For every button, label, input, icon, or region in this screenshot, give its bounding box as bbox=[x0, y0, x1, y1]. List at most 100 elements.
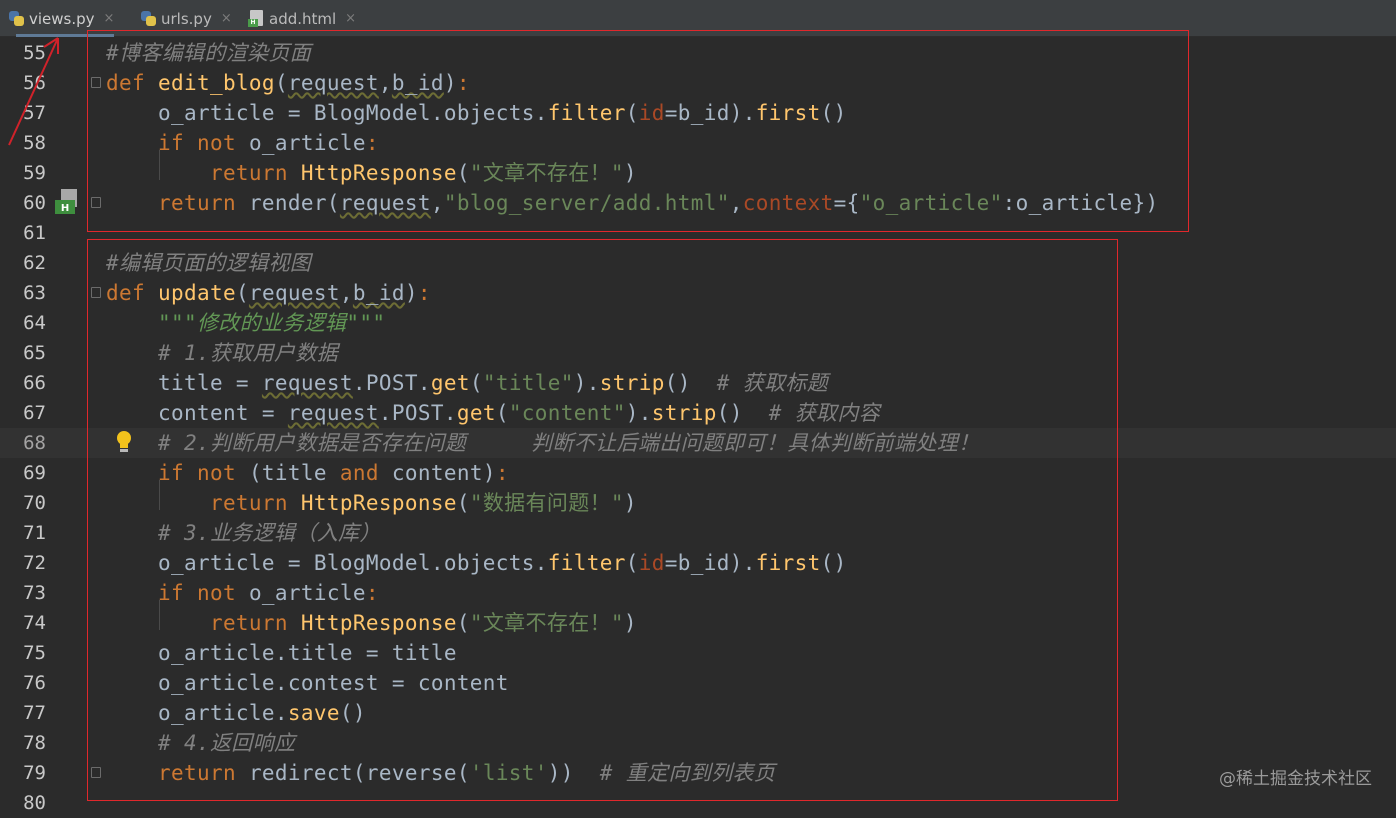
code-token: request bbox=[339, 191, 431, 215]
code-token: b_id bbox=[391, 71, 444, 95]
code-line[interactable]: return HttpResponse("文章不存在！") bbox=[106, 158, 637, 188]
code-token: #博客编辑的渲染页面 bbox=[106, 41, 312, 65]
line-number: 77 bbox=[23, 702, 46, 724]
close-icon[interactable]: × bbox=[221, 11, 232, 26]
code-line[interactable]: return HttpResponse("文章不存在！") bbox=[106, 608, 637, 638]
tab-label: views.py bbox=[29, 9, 95, 28]
code-token: : bbox=[365, 131, 379, 155]
code-line[interactable]: # 1.获取用户数据 bbox=[106, 338, 338, 368]
code-token: , bbox=[430, 191, 444, 215]
code-token: )) bbox=[547, 761, 600, 785]
code-token: : bbox=[495, 461, 509, 485]
code-token: # 2.判断用户数据是否存在问题 判断不让后端出问题即可！具体判断前端处理！ bbox=[106, 431, 980, 455]
code-token: # 获取标题 bbox=[716, 371, 829, 395]
code-token: ={ bbox=[833, 191, 860, 215]
code-token: "content" bbox=[508, 401, 626, 425]
code-token: ) bbox=[443, 71, 457, 95]
close-icon[interactable]: × bbox=[104, 11, 115, 26]
line-number: 61 bbox=[23, 222, 46, 244]
code-token: ) bbox=[404, 281, 418, 305]
line-number: 71 bbox=[23, 522, 46, 544]
code-token: render( bbox=[248, 191, 340, 215]
code-token: o_article = BlogModel.objects. bbox=[106, 551, 548, 575]
code-token: () bbox=[339, 701, 366, 725]
code-token: o_article.contest = content bbox=[106, 671, 509, 695]
code-token: .POST. bbox=[352, 371, 431, 395]
line-number: 72 bbox=[23, 552, 46, 574]
code-line[interactable]: if not o_article: bbox=[106, 578, 379, 608]
code-line[interactable]: o_article.title = title bbox=[106, 638, 457, 668]
code-token: o_article bbox=[248, 131, 366, 155]
code-token: "blog_server/add.html" bbox=[443, 191, 730, 215]
code-token: ). bbox=[573, 371, 600, 395]
code-token: ( bbox=[625, 551, 639, 575]
line-number: 57 bbox=[23, 102, 46, 124]
code-token: : bbox=[417, 281, 431, 305]
code-line[interactable]: return redirect(reverse('list')) # 重定向到列… bbox=[106, 758, 775, 788]
code-line[interactable]: #博客编辑的渲染页面 bbox=[106, 38, 311, 68]
code-token: ( bbox=[456, 611, 470, 635]
code-token: HttpResponse bbox=[300, 611, 457, 635]
html-file-icon: H bbox=[248, 10, 265, 27]
html-template-gutter-icon[interactable]: H bbox=[55, 189, 79, 215]
code-line[interactable]: # 3.业务逻辑（入库） bbox=[106, 518, 381, 548]
code-token: o_article bbox=[248, 581, 366, 605]
code-line[interactable]: return HttpResponse("数据有问题！") bbox=[106, 488, 637, 518]
code-editor[interactable]: H 55 #博客编辑的渲染页面 56 def edit_blog(request,b_… bbox=[0, 30, 1396, 814]
code-token: if not bbox=[106, 461, 249, 485]
close-icon[interactable]: × bbox=[345, 11, 356, 26]
code-line[interactable]: o_article = BlogModel.objects.filter(id=… bbox=[106, 98, 847, 128]
line-number: 67 bbox=[23, 402, 46, 424]
code-line[interactable]: # 4.返回响应 bbox=[106, 728, 295, 758]
line-number: 59 bbox=[23, 162, 46, 184]
code-token: "title" bbox=[482, 371, 574, 395]
code-token: return bbox=[106, 491, 301, 515]
line-number: 55 bbox=[23, 42, 46, 64]
line-number: 78 bbox=[23, 732, 46, 754]
code-token: first bbox=[755, 551, 821, 575]
code-line[interactable]: #编辑页面的逻辑视图 bbox=[106, 248, 311, 278]
code-token: filter bbox=[547, 551, 626, 575]
line-number: 75 bbox=[23, 642, 46, 664]
code-token: update bbox=[157, 281, 236, 305]
code-token: # 1.获取用户数据 bbox=[106, 341, 339, 365]
code-line[interactable]: return render(request,"blog_server/add.h… bbox=[106, 188, 1159, 218]
code-line[interactable]: o_article.contest = content bbox=[106, 668, 509, 698]
line-number: 65 bbox=[23, 342, 46, 364]
code-line[interactable]: """修改的业务逻辑""" bbox=[106, 308, 385, 338]
line-number: 66 bbox=[23, 372, 46, 394]
line-number: 63 bbox=[23, 282, 46, 304]
code-token: ( bbox=[625, 101, 639, 125]
code-token: """修改的业务逻辑""" bbox=[106, 311, 386, 335]
python-file-icon bbox=[8, 10, 25, 27]
line-number: 62 bbox=[23, 252, 46, 274]
code-line[interactable]: def edit_blog(request,b_id): bbox=[106, 68, 470, 98]
code-line[interactable]: if not (title and content): bbox=[106, 458, 509, 488]
code-token: HttpResponse bbox=[300, 491, 457, 515]
code-line[interactable]: title = request.POST.get("title").strip(… bbox=[106, 368, 828, 398]
code-line[interactable]: if not o_article: bbox=[106, 128, 379, 158]
code-token: : bbox=[456, 71, 470, 95]
line-number: 70 bbox=[23, 492, 46, 514]
code-token: ( bbox=[456, 161, 470, 185]
code-line[interactable]: o_article.save() bbox=[106, 698, 366, 728]
code-token: if not bbox=[106, 131, 249, 155]
code-token: ) bbox=[623, 161, 637, 185]
code-line[interactable]: # 2.判断用户数据是否存在问题 判断不让后端出问题即可！具体判断前端处理！ bbox=[106, 428, 979, 458]
code-token: .POST. bbox=[378, 401, 457, 425]
line-number: 64 bbox=[23, 312, 46, 334]
code-token: () bbox=[664, 371, 717, 395]
code-token: (title bbox=[248, 461, 340, 485]
code-token: 'list' bbox=[469, 761, 548, 785]
code-token: edit_blog bbox=[157, 71, 275, 95]
line-number: 73 bbox=[23, 582, 46, 604]
code-token: "文章不存在！" bbox=[469, 161, 624, 185]
code-token: request bbox=[287, 401, 379, 425]
code-token: "数据有问题！" bbox=[469, 491, 624, 515]
line-number: 69 bbox=[23, 462, 46, 484]
code-token: id bbox=[638, 551, 665, 575]
code-token: return bbox=[106, 161, 301, 185]
code-line[interactable]: o_article = BlogModel.objects.filter(id=… bbox=[106, 548, 847, 578]
code-line[interactable]: def update(request,b_id): bbox=[106, 278, 431, 308]
code-line[interactable]: content = request.POST.get("content").st… bbox=[106, 398, 880, 428]
